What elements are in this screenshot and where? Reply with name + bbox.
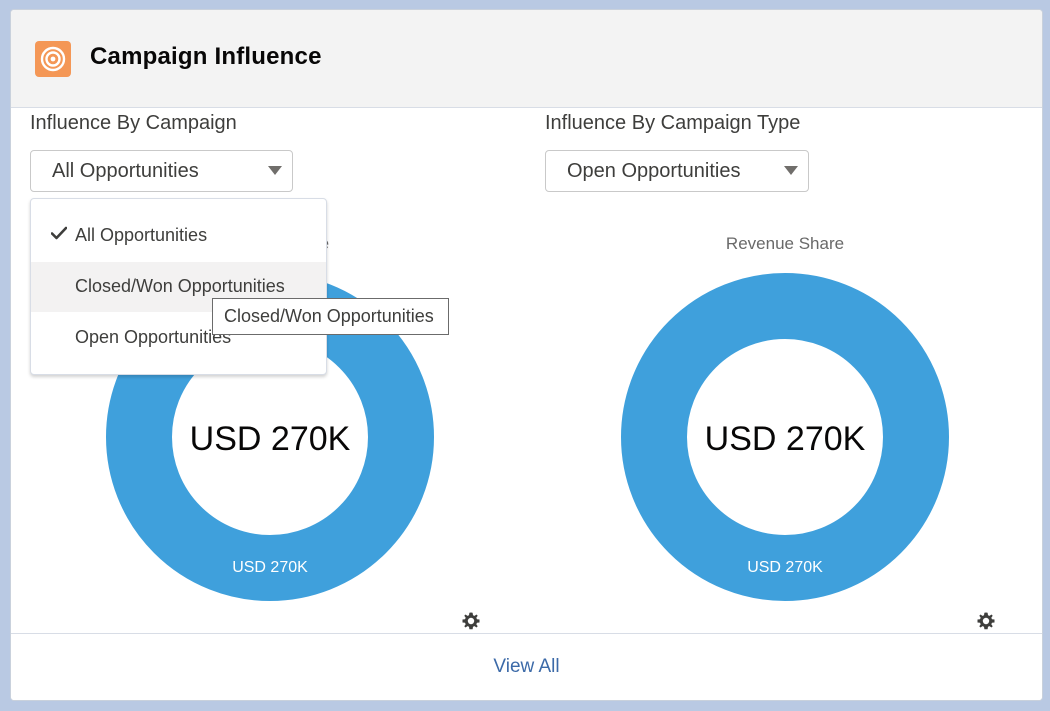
check-icon <box>51 226 67 240</box>
dropdown-option-label: All Opportunities <box>75 225 208 245</box>
influence-by-campaign-label: Influence By Campaign <box>30 112 237 134</box>
dropdown-option-label: Closed/Won Opportunities <box>75 276 285 296</box>
tooltip: Closed/Won Opportunities <box>212 298 449 335</box>
influence-by-campaign-type-select[interactable]: Open Opportunities <box>545 150 809 192</box>
chevron-down-icon <box>268 166 282 175</box>
right-donut-center-value: USD 270K <box>705 420 866 458</box>
campaign-influence-card: Campaign Influence Influence By Campaign… <box>10 9 1043 701</box>
dropdown-option-label: Open Opportunities <box>75 327 232 347</box>
select-value: Open Opportunities <box>567 160 741 182</box>
select-value: All Opportunities <box>52 160 199 182</box>
right-chart-title: Revenue Share <box>725 234 845 253</box>
influence-by-campaign-select[interactable]: All Opportunities <box>30 150 293 192</box>
chevron-down-icon <box>784 166 798 175</box>
campaign-target-icon <box>35 41 71 77</box>
dropdown-option-all-opportunities[interactable]: All Opportunities <box>31 211 326 261</box>
card-footer: View All <box>11 633 1042 700</box>
left-donut-segment-label: USD 270K <box>232 559 308 576</box>
right-revenue-donut-chart: USD 270K USD 270K <box>621 273 949 601</box>
influence-by-campaign-type-label: Influence By Campaign Type <box>545 112 801 134</box>
view-all-link[interactable]: View All <box>11 656 1042 678</box>
left-chart-settings-gear-icon[interactable] <box>461 611 481 631</box>
card-title: Campaign Influence <box>90 43 322 70</box>
right-donut-segment-label: USD 270K <box>747 559 823 576</box>
right-chart-settings-gear-icon[interactable] <box>976 611 996 631</box>
influence-by-campaign-dropdown-menu: All Opportunities Closed/Won Opportuniti… <box>30 198 327 375</box>
left-donut-center-value: USD 270K <box>190 420 351 458</box>
card-header: Campaign Influence <box>11 10 1042 108</box>
